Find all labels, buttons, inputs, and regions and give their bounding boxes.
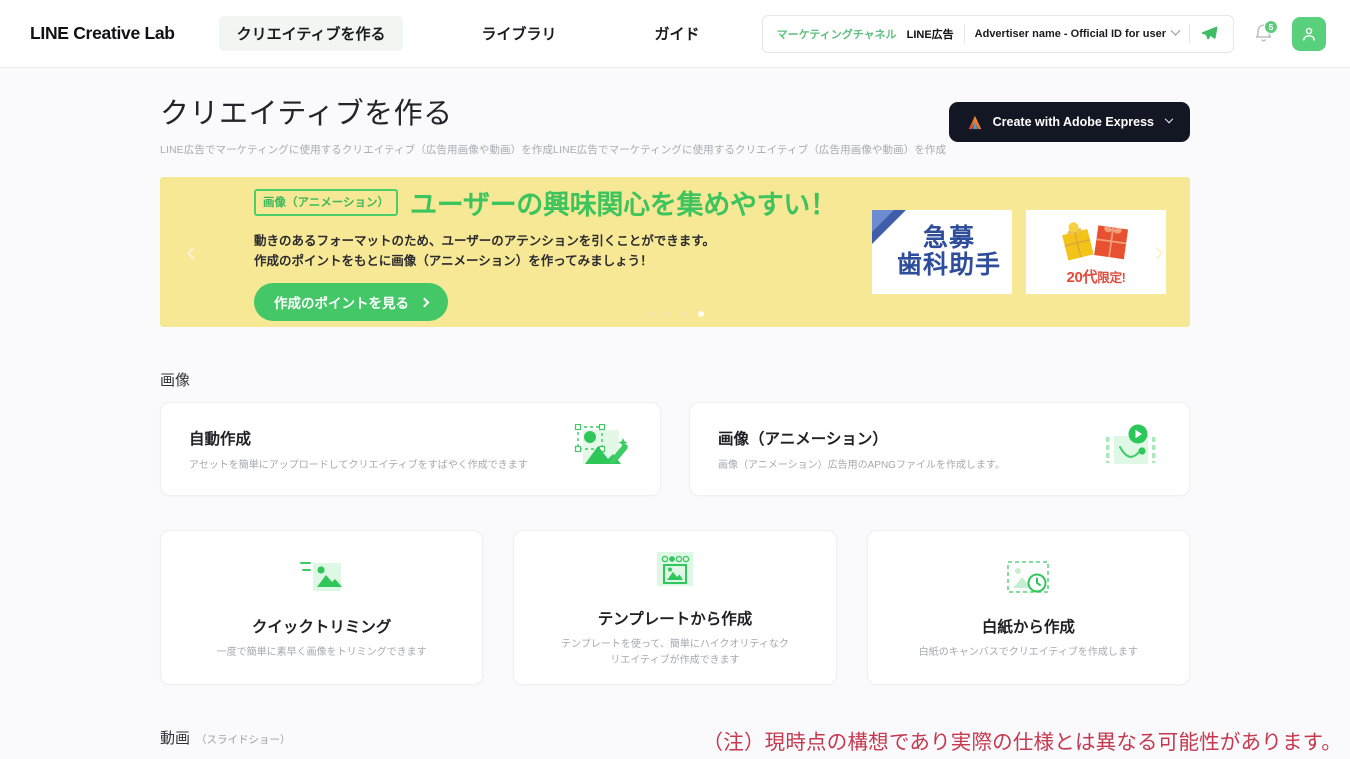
card-title: テンプレートから作成 bbox=[597, 611, 753, 628]
thumb1-line1: 急募 bbox=[922, 224, 975, 252]
card-animated-image[interactable]: 画像（アニメーション） 画像（アニメーション）広告用のAPNGファイルを作成しま… bbox=[689, 402, 1190, 496]
page-title-row: クリエイティブを作る LINE広告でマーケティングに使用するクリエイティブ（広告… bbox=[160, 90, 1190, 157]
main-navigation: クリエイティブを作る ライブラリ ガイド bbox=[210, 16, 718, 51]
card-description: アセットを簡単にアップロードしてクリエイティブをすばやく作成できます bbox=[189, 460, 528, 471]
brand-logo[interactable]: LINE Creative Lab bbox=[30, 23, 175, 44]
card-animated-image-text: 画像（アニメーション） 画像（アニメーション）広告用のAPNGファイルを作成しま… bbox=[718, 427, 1005, 471]
page-body: クリエイティブを作る LINE広告でマーケティングに使用するクリエイティブ（広告… bbox=[0, 68, 1350, 759]
banner-tag-badge: 画像（アニメーション） bbox=[254, 188, 399, 216]
chevron-right-icon bbox=[419, 297, 430, 308]
line-ads-label: LINE広告 bbox=[906, 28, 954, 41]
banner-cta-label: 作成のポイントを見る bbox=[274, 296, 409, 312]
blank-canvas-icon bbox=[1004, 555, 1052, 601]
card-from-blank[interactable]: 白紙から作成 白紙のキャンバスでクリエイティブを作成します bbox=[866, 530, 1190, 685]
card-description: テンプレートを使って、簡単にハイクオリティなクリエイティブが作成できます bbox=[561, 639, 789, 666]
carousel-dot-4[interactable] bbox=[697, 311, 704, 317]
card-auto-create-text: 自動作成 アセットを簡単にアップロードしてクリエイティブをすばやく作成できます bbox=[189, 427, 528, 471]
card-auto-create[interactable]: 自動作成 アセットを簡単にアップロードしてクリエイティブをすばやく作成できます bbox=[160, 402, 661, 496]
section-title-images: 画像 bbox=[160, 372, 191, 389]
banner-thumbnail-2-text: 20代限定! bbox=[1066, 266, 1125, 287]
account-selector-pill[interactable]: マーケティングチャネル LINE広告 Advertiser name - Off… bbox=[761, 14, 1234, 53]
disclaimer-note: （注）現時点の構想であり実際の仕様とは異なる可能性があります。 bbox=[702, 731, 1342, 754]
adobe-express-label: Create with Adobe Express bbox=[992, 115, 1154, 129]
banner-body-line-2: 作成のポイントをもとに画像（アニメーション）を作ってみましょう！ bbox=[254, 254, 653, 268]
nav-item-library[interactable]: ライブラリ bbox=[463, 16, 574, 51]
carousel-dot-2[interactable] bbox=[663, 311, 670, 317]
promo-banner-carousel: ‹ 画像（アニメーション） ユーザーの興味関心を集めやすい！ 動きのあるフォーマ… bbox=[160, 177, 1190, 327]
chevron-down-icon bbox=[1164, 114, 1174, 124]
banner-headline-row: 画像（アニメーション） ユーザーの興味関心を集めやすい！ bbox=[254, 183, 854, 222]
notifications-button[interactable]: 5 bbox=[1248, 19, 1278, 49]
paper-plane-icon[interactable] bbox=[1200, 24, 1219, 43]
advertiser-name-dropdown[interactable]: Advertiser name - Official ID for user bbox=[974, 25, 1181, 40]
user-avatar-icon bbox=[1303, 27, 1315, 41]
banner-thumbnail-1[interactable]: 急募 歯科助手 bbox=[872, 210, 1012, 294]
thumb1-line2: 歯科助手 bbox=[896, 251, 1001, 279]
chevron-left-icon: ‹ bbox=[186, 235, 196, 268]
banner-thumbnail-2-content: 20代限定! bbox=[1059, 217, 1133, 287]
create-with-adobe-express-button[interactable]: Create with Adobe Express bbox=[948, 102, 1190, 142]
carousel-dots bbox=[160, 311, 1190, 317]
gift-boxes-icon bbox=[1062, 222, 1129, 261]
adobe-express-icon bbox=[968, 115, 981, 129]
carousel-dot-3[interactable] bbox=[680, 311, 687, 317]
card-from-template[interactable]: テンプレートから作成 テンプレートを使って、簡単にハイクオリティなクリエイティブ… bbox=[513, 530, 837, 685]
card-description: 画像（アニメーション）広告用のAPNGファイルを作成します。 bbox=[718, 460, 1005, 471]
nav-item-guide[interactable]: ガイド bbox=[637, 16, 718, 51]
nav-item-create[interactable]: クリエイティブを作る bbox=[218, 16, 404, 51]
marketing-channel-label: マーケティングチャネル bbox=[776, 28, 897, 41]
pill-divider-2 bbox=[1189, 24, 1190, 43]
app-header: LINE Creative Lab クリエイティブを作る ライブラリ ガイド マ… bbox=[0, 0, 1350, 68]
chevron-right-icon: › bbox=[1154, 235, 1164, 268]
thumb2-suffix: 限定! bbox=[1097, 271, 1126, 285]
content-container: クリエイティブを作る LINE広告でマーケティングに使用するクリエイティブ（広告… bbox=[160, 68, 1190, 759]
user-avatar-button[interactable] bbox=[1292, 16, 1326, 51]
chevron-down-icon bbox=[1170, 25, 1181, 36]
page-title-block: クリエイティブを作る LINE広告でマーケティングに使用するクリエイティブ（広告… bbox=[160, 90, 946, 157]
header-right-cluster: マーケティングチャネル LINE広告 Advertiser name - Off… bbox=[761, 14, 1326, 53]
card-description: 一度で簡単に素早く画像をトリミングできます bbox=[216, 646, 427, 658]
banner-headline: ユーザーの興味関心を集めやすい！ bbox=[410, 189, 837, 220]
notification-count-badge: 5 bbox=[1264, 19, 1278, 34]
page-title: クリエイティブを作る bbox=[160, 98, 453, 130]
section-subtitle-video: （スライドショー） bbox=[196, 734, 291, 746]
advertiser-name-label: Advertiser name - Official ID for user bbox=[974, 27, 1166, 40]
auto-create-image-icon bbox=[570, 424, 634, 474]
banner-body-line-1: 動きのあるフォーマットのため、ユーザーのアテンションを引くことができます。 bbox=[254, 233, 716, 248]
template-icon bbox=[654, 547, 696, 593]
banner-body: 動きのあるフォーマットのため、ユーザーのアテンションを引くことができます。 作成… bbox=[254, 231, 854, 272]
image-cards-row-2: クイックトリミング 一度で簡単に素早く画像をトリミングできます テンプレートから… bbox=[160, 530, 1190, 685]
pill-divider-1 bbox=[963, 24, 965, 43]
card-description: 白紙のキャンバスでクリエイティブを作成します bbox=[918, 646, 1138, 658]
section-title-video: 動画 bbox=[160, 730, 191, 747]
banner-thumbnails: 急募 歯科助手 20代限定! bbox=[872, 210, 1166, 294]
card-title: 自動作成 bbox=[189, 431, 252, 448]
banner-thumbnail-1-text: 急募 歯科助手 bbox=[897, 225, 1001, 279]
page-subtitle: LINE広告でマーケティングに使用するクリエイティブ（広告用画像や動画）を作成L… bbox=[160, 144, 947, 156]
image-cards-row-1: 自動作成 アセットを簡単にアップロードしてクリエイティブをすばやく作成できます bbox=[160, 402, 1190, 496]
quick-crop-icon bbox=[295, 555, 349, 601]
card-title: クイックトリミング bbox=[251, 618, 392, 636]
animated-image-icon bbox=[1099, 424, 1163, 474]
carousel-dot-1[interactable] bbox=[646, 311, 653, 317]
corner-fold-decoration-inner bbox=[872, 210, 894, 232]
carousel-prev-button[interactable]: ‹ bbox=[164, 177, 218, 327]
section-label-images: 画像 bbox=[160, 369, 1190, 390]
card-quick-trimming[interactable]: クイックトリミング 一度で簡単に素早く画像をトリミングできます bbox=[160, 530, 484, 685]
card-title: 画像（アニメーション） bbox=[718, 431, 888, 448]
card-title: 白紙から作成 bbox=[981, 618, 1075, 636]
carousel-next-button[interactable]: › bbox=[1132, 177, 1186, 327]
thumb2-number: 20代 bbox=[1066, 269, 1098, 286]
banner-text-block: 画像（アニメーション） ユーザーの興味関心を集めやすい！ 動きのあるフォーマット… bbox=[254, 183, 854, 322]
